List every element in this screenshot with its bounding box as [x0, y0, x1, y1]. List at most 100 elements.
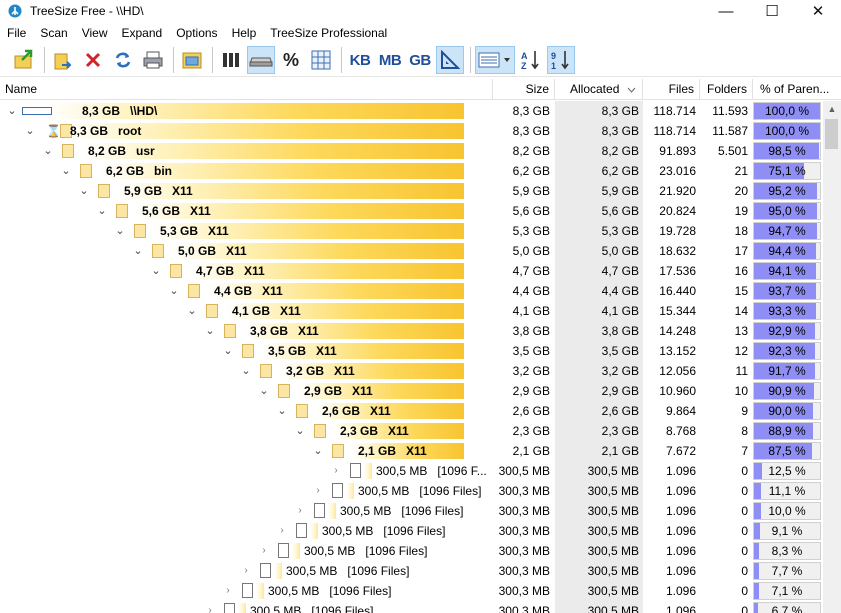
maximize-button[interactable]: ☐	[749, 0, 795, 22]
chevron-down-icon[interactable]: ⌄	[276, 401, 288, 421]
table-row[interactable]: › 300,5 MB [1096 Files] 300,3 MB 300,5 MB 1.…	[0, 581, 823, 601]
chevron-down-icon[interactable]: ⌄	[168, 281, 180, 301]
close-button[interactable]: ✕	[795, 0, 841, 22]
chevron-right-icon[interactable]: ›	[258, 541, 270, 561]
chevron-down-icon[interactable]: ⌄	[132, 241, 144, 261]
chevron-down-icon[interactable]: ⌄	[6, 101, 18, 121]
mb-button[interactable]: MB	[376, 46, 404, 74]
chevron-down-icon[interactable]: ⌄	[60, 161, 72, 181]
column-allocated[interactable]: Allocated	[555, 79, 643, 100]
ruler-button[interactable]	[436, 46, 464, 74]
chevron-right-icon[interactable]: ›	[276, 521, 288, 541]
minimize-button[interactable]: —	[703, 0, 749, 22]
chevron-down-icon[interactable]: ⌄	[114, 221, 126, 241]
menu-options[interactable]: Options	[169, 23, 224, 43]
table-row[interactable]: › 300,5 MB [1096 Files] 300,3 MB 300,5 MB 1.…	[0, 481, 823, 501]
table-row[interactable]: ⌄ 4,1 GB X11 4,1 GB 4,1 GB 15.344 14 93,3 %	[0, 301, 823, 321]
percent-text: 7,1 %	[771, 584, 803, 598]
percent-text: 87,5 %	[768, 444, 806, 458]
table-row[interactable]: ⌄ 2,3 GB X11 2,3 GB 2,3 GB 8.768 8 88,9 %	[0, 421, 823, 441]
chevron-right-icon[interactable]: ›	[294, 501, 306, 521]
sort-name-button[interactable]: A Z	[517, 46, 545, 74]
window-title: TreeSize Free - \\HD\	[30, 4, 144, 18]
chevron-down-icon[interactable]: ⌄	[42, 141, 54, 161]
table-row[interactable]: ⌄ 5,3 GB X11 5,3 GB 5,3 GB 19.728 18 94,7 %	[0, 221, 823, 241]
explorer-button[interactable]	[178, 46, 206, 74]
chevron-right-icon[interactable]: ›	[204, 601, 216, 613]
vertical-scrollbar[interactable]: ▲	[823, 101, 841, 613]
open-folder-button[interactable]	[49, 46, 77, 74]
chevron-down-icon[interactable]: ⌄	[186, 301, 198, 321]
print-button[interactable]	[139, 46, 167, 74]
grid-button[interactable]	[307, 46, 335, 74]
scroll-thumb[interactable]	[825, 119, 838, 149]
chevron-down-icon[interactable]: ⌄	[222, 341, 234, 361]
table-row[interactable]: › 300,5 MB [1096 Files] 300,3 MB 300,5 MB 1.…	[0, 541, 823, 561]
columns-button[interactable]	[217, 46, 245, 74]
chevron-down-icon[interactable]: ⌄	[78, 181, 90, 201]
percent-text: 98,5 %	[768, 144, 806, 158]
view-options-button[interactable]	[475, 46, 515, 74]
menu-file[interactable]: File	[0, 23, 33, 43]
table-row[interactable]: ⌄ 2,1 GB X11 2,1 GB 2,1 GB 7.672 7 87,5 %	[0, 441, 823, 461]
chevron-down-icon[interactable]: ⌄	[150, 261, 162, 281]
column-percent-of-parent[interactable]: % of Paren...	[753, 79, 841, 100]
menu-expand[interactable]: Expand	[115, 23, 170, 43]
menu-help[interactable]: Help	[225, 23, 264, 43]
sort-size-button[interactable]: 9 1	[547, 46, 575, 74]
table-row[interactable]: › 300,5 MB [1096 F... 300,5 MB 300,5 MB 1.09…	[0, 461, 823, 481]
chevron-right-icon[interactable]: ›	[312, 481, 324, 501]
table-row[interactable]: ⌄ 5,0 GB X11 5,0 GB 5,0 GB 18.632 17 94,4 %	[0, 241, 823, 261]
chevron-right-icon[interactable]: ›	[330, 461, 342, 481]
table-row[interactable]: ⌄ 2,6 GB X11 2,6 GB 2,6 GB 9.864 9 90,0 %	[0, 401, 823, 421]
table-row[interactable]: ⌄ 3,2 GB X11 3,2 GB 3,2 GB 12.056 11 91,7 %	[0, 361, 823, 381]
folders-cell: 11.593	[712, 104, 748, 118]
table-row[interactable]: ⌄ 3,8 GB X11 3,8 GB 3,8 GB 14.248 13 92,9 %	[0, 321, 823, 341]
kb-button[interactable]: KB	[346, 46, 374, 74]
chevron-right-icon[interactable]: ›	[240, 561, 252, 581]
menu-scan[interactable]: Scan	[33, 23, 74, 43]
delete-button[interactable]	[79, 46, 107, 74]
table-row[interactable]: ⌄ 8,3 GB \\HD\ 8,3 GB 8,3 GB 118.714 11.593 10…	[0, 101, 823, 121]
table-row[interactable]: › 300,5 MB [1096 Files] 300,3 MB 300,5 MB 1.…	[0, 561, 823, 581]
table-row[interactable]: ⌄ 4,4 GB X11 4,4 GB 4,4 GB 16.440 15 93,7 %	[0, 281, 823, 301]
menu-view[interactable]: View	[75, 23, 115, 43]
table-row[interactable]: ⌄ 2,9 GB X11 2,9 GB 2,9 GB 10.960 10 90,9 %	[0, 381, 823, 401]
percent-text: 94,4 %	[768, 244, 806, 258]
menu-treesize-professional[interactable]: TreeSize Professional	[263, 23, 394, 43]
chevron-down-icon[interactable]: ⌄	[294, 421, 306, 441]
gb-button[interactable]: GB	[406, 46, 434, 74]
chevron-down-icon[interactable]: ⌄	[204, 321, 216, 341]
chevron-down-icon[interactable]: ⌄	[24, 121, 36, 141]
column-files[interactable]: Files	[643, 79, 700, 100]
chevron-right-icon[interactable]: ›	[222, 581, 234, 601]
percent-button[interactable]: %	[277, 46, 305, 74]
table-row[interactable]: ⌄ 5,9 GB X11 5,9 GB 5,9 GB 21.920 20 95,2 %	[0, 181, 823, 201]
drive-button[interactable]	[247, 46, 275, 74]
folders-cell: 0	[741, 484, 748, 498]
column-name[interactable]: Name	[0, 79, 493, 100]
table-row[interactable]: ⌄ 4,7 GB X11 4,7 GB 4,7 GB 17.536 16 94,1 %	[0, 261, 823, 281]
table-row[interactable]: ⌄ ⌛ 8,3 GB root 8,3 GB 8,3 GB 118.714 11.587 10…	[0, 121, 823, 141]
chevron-down-icon[interactable]: ⌄	[240, 361, 252, 381]
folder-icon	[206, 304, 218, 318]
chevron-down-icon[interactable]: ⌄	[312, 441, 324, 461]
column-folders[interactable]: Folders	[700, 79, 753, 100]
file-icon	[242, 583, 253, 598]
table-row[interactable]: › 300,5 MB [1096 Files] 300,3 MB 300,5 MB 1.…	[0, 501, 823, 521]
toolbar-separator	[341, 47, 342, 73]
scan-folder-button[interactable]	[10, 46, 38, 74]
table-row[interactable]: ⌄ 3,5 GB X11 3,5 GB 3,5 GB 13.152 12 92,3 %	[0, 341, 823, 361]
chevron-down-icon[interactable]: ⌄	[96, 201, 108, 221]
scroll-up-icon[interactable]: ▲	[823, 101, 841, 118]
print-icon	[143, 51, 163, 69]
table-row[interactable]: ⌄ 6,2 GB bin 6,2 GB 6,2 GB 23.016 21 75,1 %	[0, 161, 823, 181]
table-row[interactable]: ⌄ 5,6 GB X11 5,6 GB 5,6 GB 20.824 19 95,0 %	[0, 201, 823, 221]
column-size[interactable]: Size	[493, 79, 555, 100]
table-row[interactable]: › 300,5 MB [1096 Files] 300,3 MB 300,5 MB 1.…	[0, 601, 823, 613]
refresh-button[interactable]	[109, 46, 137, 74]
chevron-down-icon[interactable]: ⌄	[258, 381, 270, 401]
table-row[interactable]: ⌄ 8,2 GB usr 8,2 GB 8,2 GB 91.893 5.501 98,5 %	[0, 141, 823, 161]
table-row[interactable]: › 300,5 MB [1096 Files] 300,3 MB 300,5 MB 1.…	[0, 521, 823, 541]
row-name: 5,0 GB X11	[178, 244, 247, 258]
